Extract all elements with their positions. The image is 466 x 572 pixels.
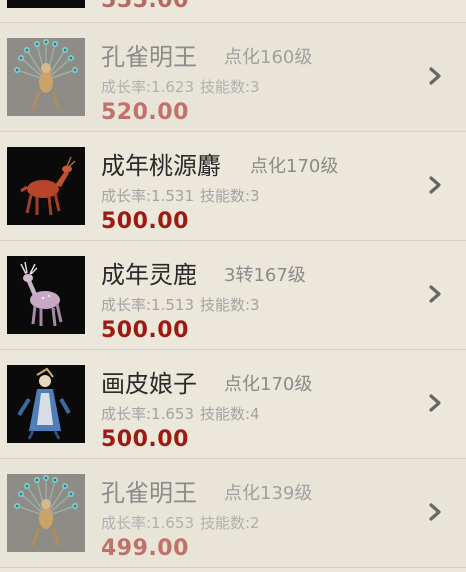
pet-level: 点化160级 bbox=[224, 47, 313, 68]
pet-level: 点化170级 bbox=[224, 374, 313, 395]
skill-count: 技能数:4 bbox=[200, 405, 260, 423]
list-item[interactable]: 孔雀明王 点化160级 成长率:1.623 技能数:3 520.00 bbox=[0, 23, 466, 132]
price-label: 555.00 bbox=[101, 0, 189, 13]
pet-name: 孔雀明王 bbox=[101, 43, 197, 71]
price-label: 499.00 bbox=[101, 536, 189, 561]
list-item-partial[interactable]: 555.00 bbox=[0, 0, 466, 23]
pet-stats: 成长率:1.531 技能数:3 bbox=[101, 185, 260, 206]
growth-rate: 成长率:1.653 bbox=[101, 405, 194, 423]
pet-name: 孔雀明王 bbox=[101, 479, 197, 507]
pet-thumbnail bbox=[7, 0, 85, 8]
growth-rate: 成长率:1.513 bbox=[101, 296, 194, 314]
list-item[interactable]: 孔雀明王 点化139级 成长率:1.653 技能数:2 499.00 bbox=[0, 459, 466, 568]
skill-count: 技能数:3 bbox=[200, 78, 260, 96]
pet-thumbnail bbox=[7, 38, 85, 116]
price-label: 520.00 bbox=[101, 100, 189, 125]
pet-listing: 555.00 孔雀明王 点化160级 成长率:1.623 技能数:3 520.0… bbox=[0, 0, 466, 572]
chevron-right-icon bbox=[429, 67, 441, 85]
pet-stats: 成长率:1.513 技能数:3 bbox=[101, 294, 260, 315]
pet-name: 成年灵鹿 bbox=[101, 261, 197, 289]
price-label: 500.00 bbox=[101, 427, 189, 452]
growth-rate: 成长率:1.653 bbox=[101, 514, 194, 532]
pet-level: 3转167级 bbox=[224, 265, 306, 286]
chevron-right-icon bbox=[429, 285, 441, 303]
pet-name: 画皮娘子 bbox=[101, 370, 197, 398]
pet-level: 点化170级 bbox=[250, 156, 339, 177]
pet-name: 成年桃源麝 bbox=[101, 152, 221, 180]
skill-count: 技能数:3 bbox=[200, 187, 260, 205]
list-item[interactable]: 成年桃源麝 点化170级 成长率:1.531 技能数:3 500.00 bbox=[0, 132, 466, 241]
chevron-right-icon bbox=[429, 503, 441, 521]
growth-rate: 成长率:1.623 bbox=[101, 78, 194, 96]
pet-thumbnail bbox=[7, 256, 85, 334]
pet-stats: 成长率:1.653 技能数:4 bbox=[101, 403, 260, 424]
pet-stats: 成长率:1.623 技能数:3 bbox=[101, 76, 260, 97]
list-item[interactable]: 成年灵鹿 3转167级 成长率:1.513 技能数:3 500.00 bbox=[0, 241, 466, 350]
skill-count: 技能数:3 bbox=[200, 296, 260, 314]
list-item[interactable]: 画皮娘子 点化170级 成长率:1.653 技能数:4 500.00 bbox=[0, 350, 466, 459]
chevron-right-icon bbox=[429, 176, 441, 194]
skill-count: 技能数:2 bbox=[200, 514, 260, 532]
pet-level: 点化139级 bbox=[224, 483, 313, 504]
growth-rate: 成长率:1.531 bbox=[101, 187, 194, 205]
price-label: 500.00 bbox=[101, 318, 189, 343]
pet-thumbnail bbox=[7, 474, 85, 552]
price-label: 500.00 bbox=[101, 209, 189, 234]
pet-thumbnail bbox=[7, 147, 85, 225]
pet-stats: 成长率:1.653 技能数:2 bbox=[101, 512, 260, 533]
pet-thumbnail bbox=[7, 365, 85, 443]
chevron-right-icon bbox=[429, 394, 441, 412]
